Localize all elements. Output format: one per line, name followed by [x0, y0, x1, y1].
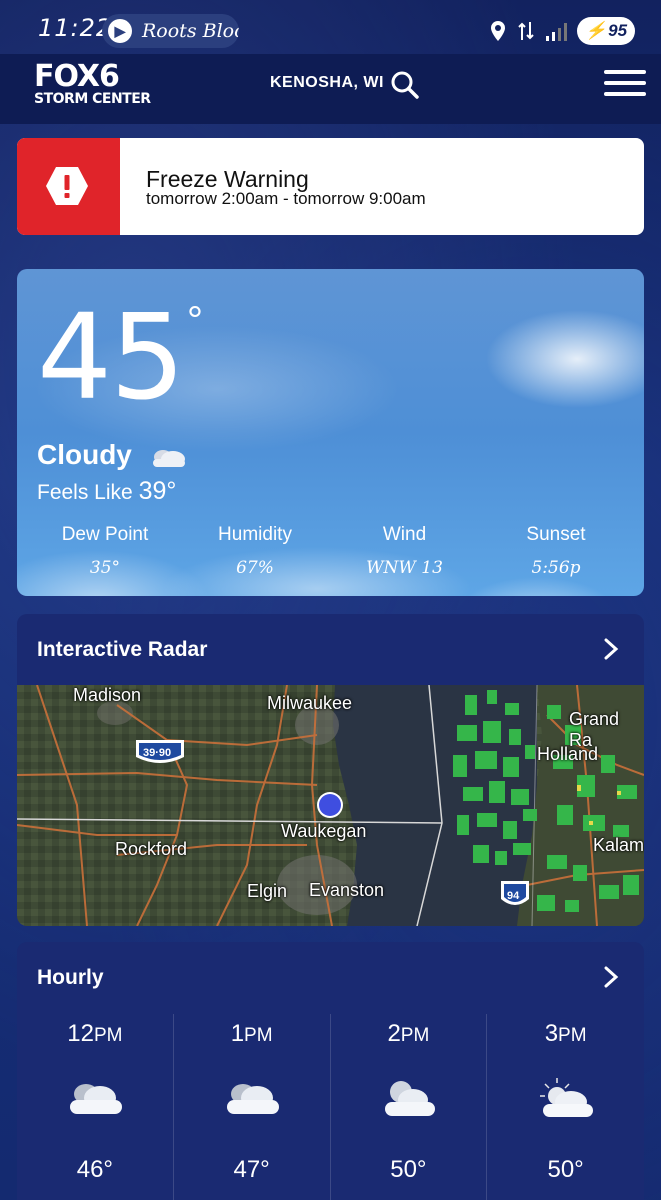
hour-temp: 50°: [547, 1156, 584, 1183]
fox6-logo[interactable]: FOX6 STORM CENTER: [34, 62, 151, 107]
stat-sunset: Sunset 5:56p: [492, 524, 620, 578]
chevron-right-icon[interactable]: [603, 966, 619, 988]
hour-temp: 50°: [390, 1156, 427, 1183]
chevron-right-icon[interactable]: [603, 638, 619, 660]
status-time: 11:22: [38, 14, 113, 42]
radar-card[interactable]: Interactive Radar Madison Milwaukee Gran…: [17, 614, 644, 926]
hour-temp: 47°: [233, 1156, 270, 1183]
signal-icon: [546, 23, 567, 41]
hourly-list: 12PM 46° 1PM 47° 2PM 50° 3PM 50°: [17, 1014, 644, 1200]
cloudy-icon: [153, 450, 185, 467]
stat-dew-point: Dew Point 35°: [17, 524, 193, 578]
map-label-evanston: Evanston: [309, 880, 385, 900]
hour-time: 2PM: [387, 1020, 430, 1047]
charging-icon: ⚡: [584, 21, 607, 40]
current-condition: Cloudy: [37, 439, 132, 470]
data-transfer-icon: [518, 22, 534, 40]
stat-label: Wind: [382, 524, 427, 545]
hour-time: 1PM: [230, 1020, 273, 1047]
location-label[interactable]: KENOSHA, WI: [270, 74, 384, 92]
hour-time: 12PM: [67, 1020, 123, 1047]
hour-temp: 46°: [76, 1156, 114, 1183]
stat-value: 5:56p: [531, 558, 581, 578]
hourly-title: Hourly: [37, 966, 104, 989]
map-label-waukegan: Waukegan: [281, 821, 367, 841]
alert-hexagon-icon: [46, 167, 88, 205]
battery-indicator: ⚡ 95: [577, 17, 635, 45]
hour-time: 3PM: [544, 1020, 587, 1047]
status-bar: 11:22 ▶ Roots Bloo ⚡ 95: [0, 0, 661, 62]
stat-value: 35°: [89, 558, 121, 578]
map-label-rockford: Rockford: [115, 839, 188, 859]
weather-alert-banner[interactable]: Freeze Warning tomorrow 2:00am - tomorro…: [17, 138, 644, 235]
hourly-item[interactable]: 1PM 47°: [174, 1014, 331, 1200]
hamburger-menu-icon[interactable]: [604, 70, 646, 102]
notification-app-name: Roots Bloo: [142, 20, 239, 42]
hourly-item[interactable]: 12PM 46°: [17, 1014, 174, 1200]
radar-title: Interactive Radar: [37, 638, 208, 661]
feels-like: Feels Like 39°: [37, 477, 176, 506]
partly-cloudy-icon: [385, 1081, 436, 1116]
current-stats: Dew Point 35° Humidity 67% Wind WNW 13 S…: [17, 524, 644, 578]
play-icon: ▶: [108, 19, 132, 43]
cloudy-icon: [69, 1084, 122, 1114]
app-header: FOX6 STORM CENTER KENOSHA, WI: [0, 54, 661, 124]
media-notification-pill[interactable]: ▶ Roots Bloo: [102, 14, 239, 48]
logo-sub-text: STORM CENTER: [34, 91, 151, 107]
cloudy-icon: [226, 1084, 279, 1114]
map-label-madison: Madison: [73, 685, 142, 705]
location-icon: [491, 21, 505, 41]
logo-main-text: FOX6: [34, 59, 120, 94]
radar-map[interactable]: Madison Milwaukee Grand Ra Holland Wauke…: [17, 685, 644, 926]
feels-like-label: Feels Like: [37, 481, 133, 504]
stat-value: 67%: [236, 558, 274, 578]
stat-wind: Wind WNW 13: [317, 524, 492, 578]
status-icons: ⚡ 95: [489, 14, 635, 48]
current-conditions-card[interactable]: 45 ° Cloudy Feels Like 39° Dew Point 35°…: [17, 269, 644, 596]
map-label-holland: Holland: [537, 744, 599, 764]
stat-value: WNW 13: [366, 558, 443, 578]
alert-color-bar: [17, 138, 120, 235]
feels-like-value: 39°: [138, 477, 177, 505]
hourly-card[interactable]: Hourly 12PM 46° 1PM 47° 2PM 50° 3PM 50°: [17, 942, 644, 1200]
search-icon[interactable]: [390, 70, 420, 100]
stat-label: Humidity: [218, 524, 292, 545]
degree-symbol: °: [187, 299, 203, 343]
stat-label: Dew Point: [61, 524, 149, 545]
map-label-kalamazoo: Kalam: [593, 835, 644, 855]
highway-label-94: 94: [507, 890, 520, 902]
mostly-cloudy-sun-icon: [539, 1078, 593, 1117]
map-label-milwaukee: Milwaukee: [267, 693, 353, 713]
stat-humidity: Humidity 67%: [193, 524, 317, 578]
hourly-item[interactable]: 3PM 50°: [487, 1014, 644, 1200]
alert-time-range: tomorrow 2:00am - tomorrow 9:00am: [146, 189, 426, 208]
battery-level: 95: [608, 21, 628, 40]
current-temperature: 45: [37, 288, 185, 426]
map-label-elgin: Elgin: [247, 881, 288, 901]
hourly-item[interactable]: 2PM 50°: [331, 1014, 488, 1200]
highway-label-39-90: 39·90: [143, 747, 172, 759]
stat-label: Sunset: [526, 524, 586, 545]
